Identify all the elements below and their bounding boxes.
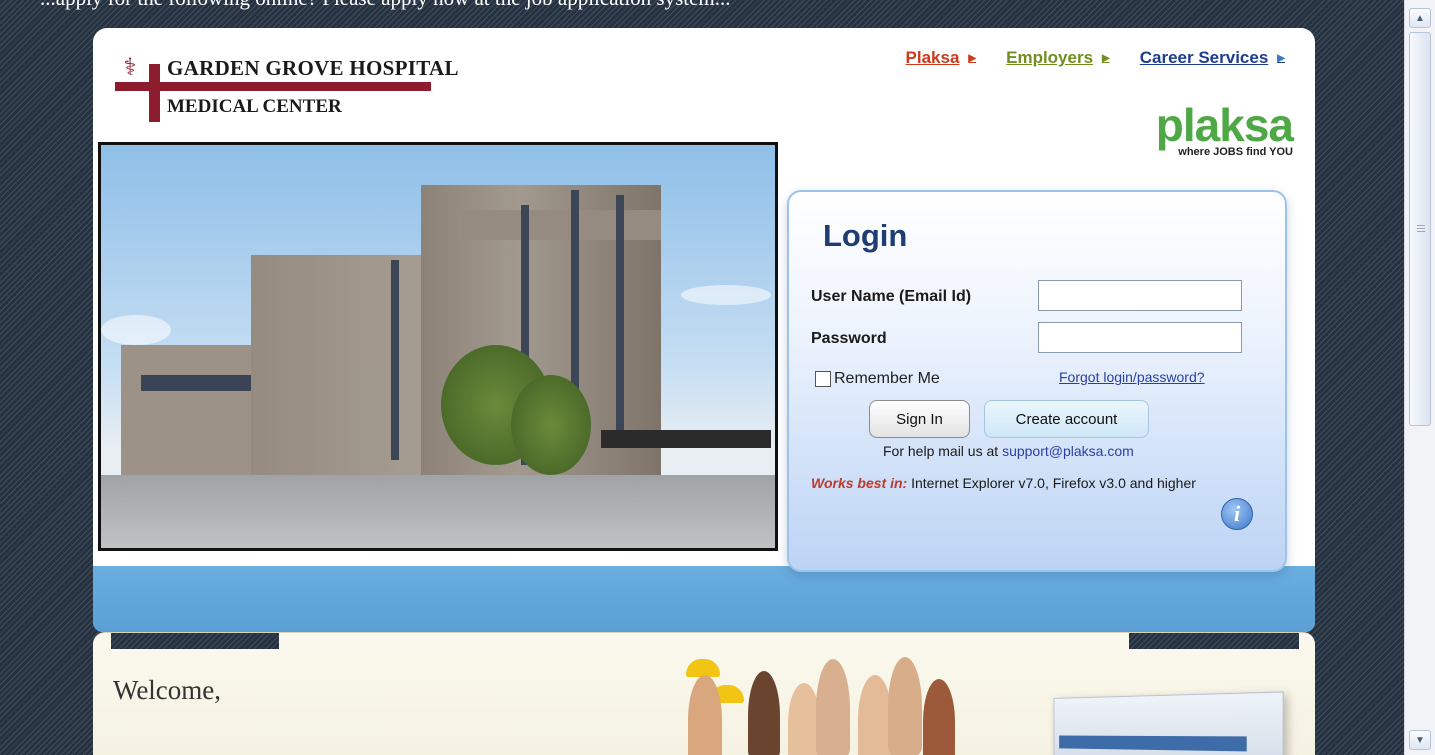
person-shape — [748, 671, 780, 755]
scroll-down-icon[interactable]: ▼ — [1409, 730, 1431, 750]
logo-cross-vertical — [149, 64, 160, 122]
login-panel: Login User Name (Email Id) Password Reme… — [787, 190, 1287, 572]
person-shape — [858, 675, 892, 755]
works-best-label: Works best in: — [811, 475, 908, 491]
main-panel: ⚕ GARDEN GROVE HOSPITAL MEDICAL CENTER P… — [93, 28, 1315, 632]
welcome-heading: Welcome, — [113, 675, 222, 705]
forgot-password-link[interactable]: Forgot login/password? — [1059, 369, 1205, 385]
person-shape — [888, 657, 922, 755]
app-preview-thumbnail — [1053, 691, 1284, 755]
person-shape — [688, 675, 722, 755]
hospital-name-line1: GARDEN GROVE HOSPITAL — [167, 56, 459, 80]
scroll-up-icon[interactable]: ▲ — [1409, 8, 1431, 28]
arrow-right-icon: ▶ — [968, 52, 977, 64]
nav-link-plaksa[interactable]: Plaksa ▶ — [906, 48, 977, 68]
password-label: Password — [811, 330, 887, 347]
workers-group-image — [648, 655, 968, 755]
plaksa-logo[interactable]: plaksa where JOBS find YOU — [1155, 99, 1294, 158]
scroll-thumb[interactable] — [1409, 32, 1431, 426]
plaksa-wordmark: plaksa — [1155, 99, 1294, 151]
top-nav: Plaksa ▶ Employers ▶ Career Services ▶ — [906, 48, 1285, 68]
arrow-right-icon: ▶ — [1102, 52, 1110, 64]
cutoff-header-text: ...apply for the following online? Pleas… — [40, 0, 1140, 11]
password-input[interactable] — [1038, 322, 1242, 353]
create-account-button[interactable]: Create account — [984, 400, 1149, 438]
panel-notch-left — [111, 633, 279, 649]
person-shape — [816, 659, 850, 755]
help-prefix: For help mail us at — [883, 443, 1003, 459]
scroll-grip-icon — [1417, 225, 1425, 226]
building-window-column — [391, 260, 399, 460]
username-input[interactable] — [1038, 280, 1242, 311]
logo-cross-horizontal — [115, 82, 431, 91]
support-email-link[interactable]: support@plaksa.com — [1002, 443, 1134, 459]
hospital-logo: ⚕ GARDEN GROVE HOSPITAL MEDICAL CENTER — [115, 54, 458, 124]
hospital-photo — [98, 142, 778, 551]
remember-me-checkbox[interactable] — [815, 371, 831, 387]
info-icon[interactable]: i — [1221, 498, 1253, 530]
help-text: For help mail us at support@plaksa.com — [883, 443, 1134, 459]
hospital-name-line2: MEDICAL CENTER — [167, 96, 342, 117]
building-tower-top — [461, 210, 661, 240]
thumbnail-bar — [1059, 735, 1247, 752]
entrance-canopy — [601, 430, 771, 448]
nav-link-career-services-label: Career Services — [1139, 48, 1269, 67]
building-window-column — [616, 195, 624, 435]
welcome-panel: Welcome, — [93, 632, 1315, 755]
nav-link-career-services[interactable]: Career Services ▶ — [1140, 48, 1285, 68]
person-shape — [923, 679, 955, 755]
works-best-browsers: Internet Explorer v7.0, Firefox v3.0 and… — [907, 475, 1196, 491]
blue-footer-band — [93, 566, 1315, 632]
arrow-right-icon: ▶ — [1277, 52, 1285, 64]
remember-me-label: Remember Me — [834, 370, 940, 387]
nav-link-employers[interactable]: Employers ▶ — [1006, 48, 1110, 68]
tree-shape — [511, 375, 591, 475]
cloud-shape — [681, 285, 771, 305]
login-title: Login — [823, 218, 908, 253]
username-label: User Name (Email Id) — [811, 288, 972, 305]
nav-link-plaksa-label: Plaksa — [905, 48, 960, 67]
remember-me[interactable]: Remember Me — [815, 370, 940, 388]
nav-link-employers-label: Employers — [1006, 48, 1094, 67]
caduceus-icon: ⚕ — [123, 54, 137, 81]
cloud-shape — [101, 315, 171, 345]
vertical-scrollbar[interactable]: ▲ ▼ — [1404, 0, 1435, 755]
sign-in-button[interactable]: Sign In — [869, 400, 970, 438]
browser-support-text: Works best in: Internet Explorer v7.0, F… — [811, 475, 1196, 491]
panel-notch-right — [1129, 633, 1299, 649]
parking-lot — [101, 475, 775, 548]
